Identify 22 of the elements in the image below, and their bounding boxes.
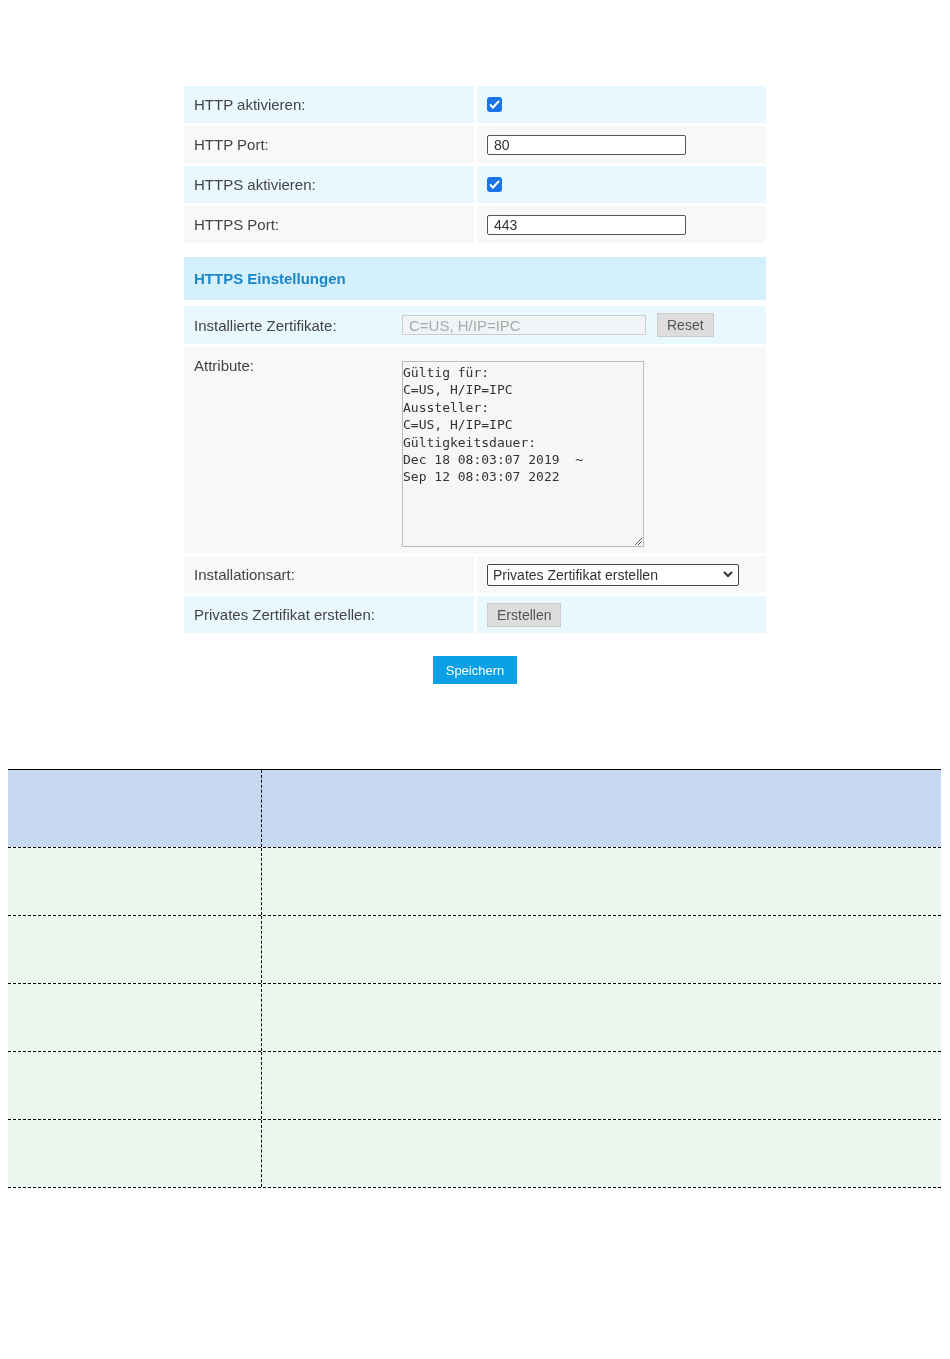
input-field[interactable]: 443 <box>487 214 686 235</box>
setting-label: HTTPS aktivieren: <box>194 176 316 193</box>
dropdown-value: Privates Zertifikat erstellen <box>493 566 658 583</box>
resize-grip-icon[interactable] <box>634 537 642 545</box>
setting-label: Installierte Zertifikate: <box>194 316 338 334</box>
setting-label: Privates Zertifikat erstellen: <box>194 606 375 623</box>
checkbox[interactable] <box>487 177 502 192</box>
setting-label: HTTP aktivieren: <box>194 96 306 113</box>
setting-label: Installationsart: <box>194 566 295 583</box>
setting-label: HTTPS Port: <box>194 216 279 233</box>
certificate-field: C=US, H/IP=IPC <box>402 315 646 335</box>
reset-button[interactable]: Reset <box>657 313 714 337</box>
checkbox[interactable] <box>487 97 502 112</box>
setting-label: HTTP Port: <box>194 136 269 153</box>
section-header: HTTPS Einstellungen <box>184 257 766 300</box>
dropdown[interactable]: Privates Zertifikat erstellen <box>487 563 739 586</box>
attributes-text: Gültig für: C=US, H/IP=IPC Aussteller: C=US, H/IP=IPC Gültigkeitsdauer: Dec 18 08:03:07 2019 ~ Sep 12 08:03:07 2022 <box>403 365 583 485</box>
caret-icon <box>723 571 733 578</box>
attributes-textarea[interactable]: Gültig für: C=US, H/IP=IPC Aussteller: C=US, H/IP=IPC Gültigkeitsdauer: Dec 18 08:03:07 2019 ~ Sep 12 08:03:07 2022 <box>402 361 644 547</box>
input-field[interactable]: 80 <box>487 134 686 155</box>
setting-label: Attribute: <box>194 357 256 374</box>
create-button[interactable]: Erstellen <box>487 602 562 627</box>
